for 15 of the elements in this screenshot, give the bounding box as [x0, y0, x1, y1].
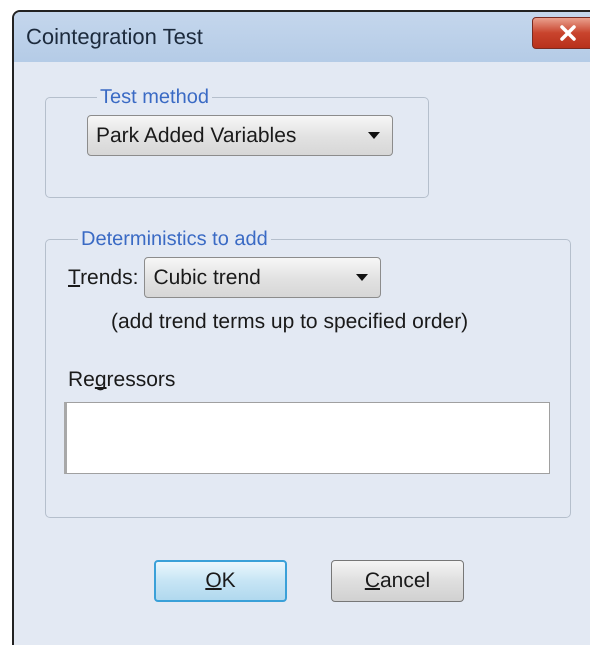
dialog-button[interactable]: Cancel — [331, 560, 464, 602]
group-legend: Deterministics to add — [78, 228, 271, 251]
trends-label: Trends: — [68, 266, 138, 290]
group-legend: Test method — [97, 86, 212, 109]
regressors-field[interactable] — [64, 402, 550, 474]
hint-text: (add trend terms up to specified order) — [111, 310, 470, 334]
close-button[interactable] — [532, 17, 590, 49]
dialog-button[interactable]: OK — [154, 560, 287, 602]
method-dropdown[interactable]: Park Added Variables — [87, 115, 393, 156]
regressors-label: Regressors — [68, 368, 176, 392]
dropdown-arrow-icon — [368, 132, 380, 140]
trends-dropdown[interactable]: Cubic trend — [144, 257, 382, 298]
close-icon — [558, 25, 578, 41]
dropdown-arrow-icon — [356, 274, 368, 282]
window-title: Cointegration Test — [26, 24, 203, 50]
